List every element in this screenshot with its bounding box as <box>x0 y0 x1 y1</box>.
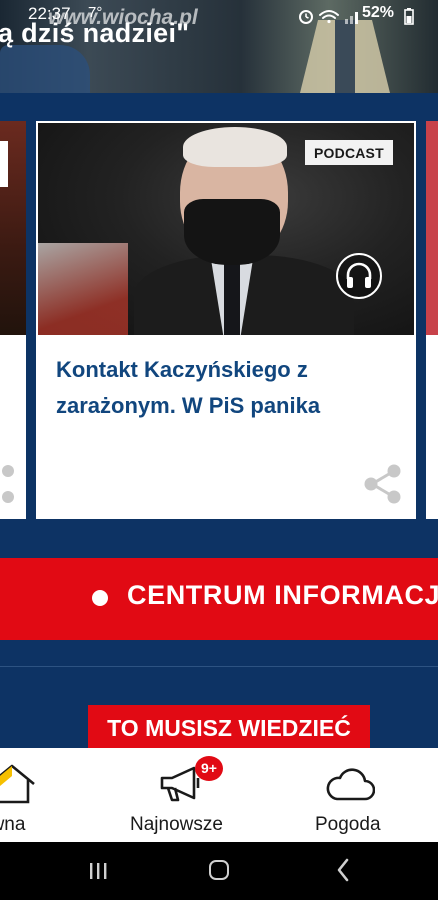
recents-icon[interactable] <box>88 862 108 880</box>
nav-label-latest: Najnowsze <box>130 814 223 835</box>
next-article-image[interactable] <box>426 121 438 335</box>
wifi-icon <box>319 10 339 24</box>
share-icon[interactable] <box>362 463 404 505</box>
signal-icon <box>345 12 358 24</box>
nav-item-latest[interactable]: Najnowsze <box>120 748 240 842</box>
battery-level: 52% <box>362 4 395 21</box>
podcast-badge: PODCAST <box>305 140 393 165</box>
battery-icon <box>404 8 414 25</box>
headphones-glyph <box>346 262 372 288</box>
share-icon[interactable] <box>0 463 16 505</box>
hero-graphic <box>0 45 90 93</box>
nav-label-weather: Pogoda <box>315 814 381 835</box>
live-dot-icon <box>92 590 108 606</box>
banner-text[interactable]: CENTRUM INFORMACJ <box>127 580 438 611</box>
notification-badge: 9+ <box>195 756 223 781</box>
divider <box>0 666 438 667</box>
nav-item-home[interactable]: ówna <box>0 748 120 842</box>
section-label: TO MUSISZ WIEDZIEĆ <box>88 705 370 749</box>
cloud-icon <box>326 768 375 801</box>
status-bar: 22:37 7° www.wiocha.pl 52% <box>0 0 438 32</box>
article-title[interactable]: Kontakt Kaczyńskiego z zarażonym. W PiS … <box>56 352 386 424</box>
nav-label-home: ówna <box>0 814 26 835</box>
home-icon <box>0 764 35 804</box>
section-background <box>0 93 438 121</box>
image-figure <box>183 127 287 167</box>
home-button-icon[interactable] <box>209 860 229 880</box>
image-background <box>38 243 128 335</box>
back-icon[interactable] <box>336 858 350 882</box>
previous-article-image[interactable] <box>0 121 26 335</box>
headphones-icon[interactable] <box>336 253 382 299</box>
watermark: www.wiocha.pl <box>48 6 198 29</box>
badge-fragment <box>0 141 8 187</box>
nav-item-weather[interactable]: Pogoda <box>290 748 438 842</box>
alarm-icon <box>299 10 313 24</box>
image-figure <box>224 263 240 335</box>
image-figure <box>184 199 280 265</box>
